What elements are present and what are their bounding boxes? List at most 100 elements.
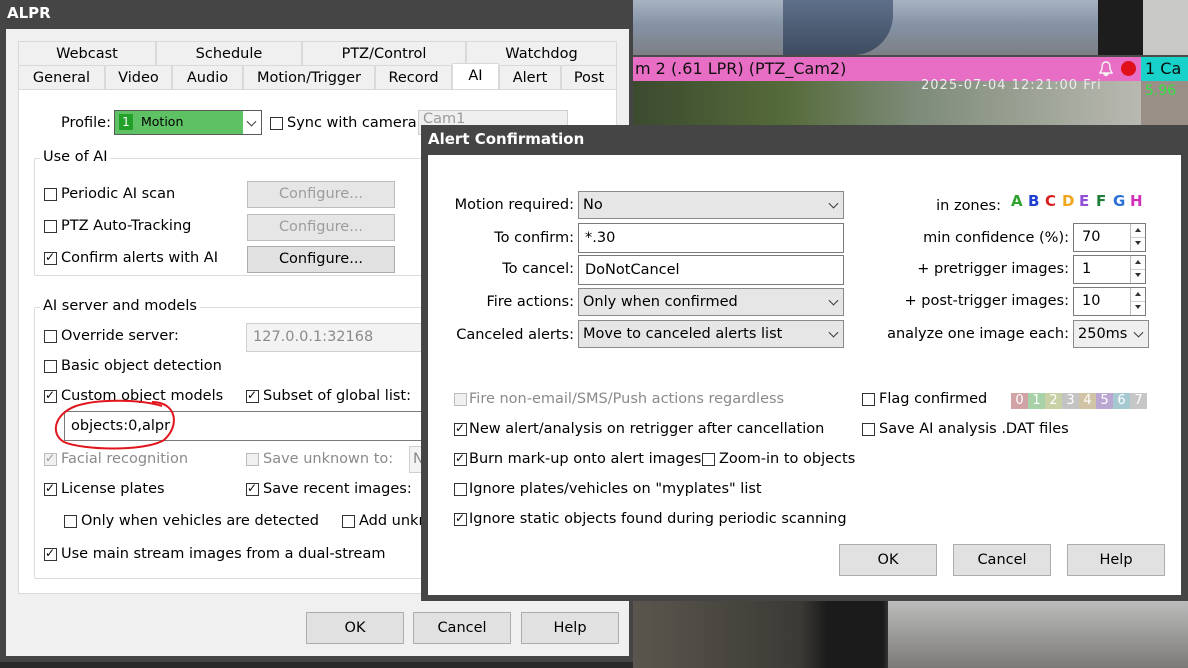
use-of-ai-label: Use of AI (40, 149, 111, 165)
zone-g[interactable]: G (1113, 192, 1125, 210)
periodic-ai-checkbox[interactable] (44, 188, 57, 201)
profile-number: 1 (119, 114, 133, 130)
only-vehicles-checkbox[interactable] (64, 515, 77, 528)
flag-digit-6[interactable]: 6 (1113, 393, 1130, 409)
fire-actions-select[interactable]: Only when confirmed (578, 288, 844, 316)
canceled-alerts-value: Move to canceled alerts list (583, 326, 783, 342)
tab-motion-trigger[interactable]: Motion/Trigger (243, 65, 375, 90)
post-trigger-stepper[interactable]: 10 (1073, 287, 1146, 316)
zoom-objects-checkbox[interactable] (702, 453, 715, 466)
periodic-configure-button[interactable]: Configure... (247, 181, 395, 208)
spin-up-icon[interactable] (1130, 224, 1145, 238)
min-confidence-value: 70 (1082, 229, 1101, 245)
fire-nonemail-checkbox[interactable] (454, 393, 467, 406)
tab-post[interactable]: Post (561, 65, 617, 90)
ptz-tracking-checkbox[interactable] (44, 220, 57, 233)
ok-button[interactable]: OK (839, 544, 937, 576)
tab-ai[interactable]: AI (452, 63, 499, 90)
fire-actions-value: Only when confirmed (583, 294, 738, 310)
flag-digit-3[interactable]: 3 (1062, 393, 1079, 409)
tab-ptz-control[interactable]: PTZ/Control (302, 41, 466, 66)
ok-button[interactable]: OK (306, 612, 404, 644)
subset-list-checkbox[interactable] (246, 388, 259, 403)
tab-webcast[interactable]: Webcast (18, 41, 156, 66)
server-input[interactable]: 127.0.0.1:32168 (246, 323, 426, 352)
tab-audio[interactable]: Audio (172, 65, 243, 90)
sync-camera-checkbox[interactable] (270, 117, 283, 130)
ignore-plates-checkbox[interactable] (454, 483, 467, 496)
flag-digit-5[interactable]: 5 (1096, 393, 1113, 409)
flag-numbers[interactable]: 01234567 (1011, 393, 1151, 411)
canceled-alerts-select[interactable]: Move to canceled alerts list (578, 320, 844, 348)
confirm-alerts-checkbox[interactable] (44, 250, 57, 265)
spin-down-icon[interactable] (1130, 301, 1145, 315)
burn-markup-label: Burn mark-up onto alert images (469, 451, 702, 467)
canceled-alerts-label: Canceled alerts: (456, 327, 574, 343)
main-stream-checkbox[interactable] (44, 546, 57, 561)
zone-b[interactable]: B (1028, 192, 1039, 210)
zone-c[interactable]: C (1045, 192, 1056, 210)
new-alert-checkbox[interactable] (454, 421, 467, 436)
facial-recognition-label: Facial recognition (61, 451, 189, 467)
profile-select[interactable]: 1 Motion (114, 110, 262, 135)
override-server-label: Override server: (61, 328, 179, 344)
ignore-static-checkbox[interactable] (454, 511, 467, 526)
flag-confirmed-checkbox[interactable] (862, 393, 875, 406)
spin-down-icon[interactable] (1130, 269, 1145, 283)
dialog-title: Alert Confirmation (428, 130, 585, 148)
spin-down-icon[interactable] (1130, 237, 1145, 251)
cam2-timestamp: 2025-07-04 12:21:00 Fri (921, 78, 1102, 93)
flag-digit-2[interactable]: 2 (1045, 393, 1062, 409)
add-unknown-checkbox[interactable] (342, 515, 355, 528)
tab-record[interactable]: Record (375, 65, 452, 90)
zone-e[interactable]: E (1079, 192, 1089, 210)
save-unknown-checkbox[interactable] (246, 453, 259, 466)
spin-up-icon[interactable] (1130, 256, 1145, 270)
cam2-title: m 2 (.61 LPR) (PTZ_Cam2) (635, 59, 847, 78)
to-cancel-input[interactable]: DoNotCancel (578, 255, 844, 285)
zone-f[interactable]: F (1096, 192, 1106, 210)
help-button[interactable]: Help (521, 612, 619, 644)
save-recent-label: Save recent images: (263, 481, 412, 497)
periodic-ai-label: Periodic AI scan (61, 186, 176, 202)
flag-digit-1[interactable]: 1 (1028, 393, 1045, 409)
ptz-configure-button[interactable]: Configure... (247, 214, 395, 241)
flag-digit-7[interactable]: 7 (1130, 393, 1147, 409)
save-recent-checkbox[interactable] (246, 481, 259, 496)
zoom-objects-label: Zoom-in to objects (719, 451, 856, 467)
save-dat-checkbox[interactable] (862, 423, 875, 436)
to-cancel-label: To cancel: (502, 261, 574, 277)
license-plates-checkbox[interactable] (44, 481, 57, 496)
cancel-button[interactable]: Cancel (413, 612, 511, 644)
pretrigger-stepper[interactable]: 1 (1073, 255, 1146, 284)
basic-detection-checkbox[interactable] (44, 360, 57, 373)
zone-a[interactable]: A (1011, 192, 1023, 210)
annotation-circle (54, 399, 175, 450)
fire-actions-label: Fire actions: (486, 294, 574, 310)
analyze-select[interactable]: 250ms (1073, 320, 1149, 348)
chevron-down-icon (828, 198, 839, 209)
help-button[interactable]: Help (1067, 544, 1165, 576)
new-alert-label: New alert/analysis on retrigger after ca… (469, 421, 825, 437)
override-server-checkbox[interactable] (44, 330, 57, 343)
tab-alert[interactable]: Alert (499, 65, 561, 90)
motion-required-select[interactable]: No (578, 191, 844, 219)
flag-digit-4[interactable]: 4 (1079, 393, 1096, 409)
tab-general[interactable]: General (18, 65, 105, 90)
tab-schedule[interactable]: Schedule (156, 41, 302, 66)
zones-selector[interactable]: ABCDEFGH (1011, 192, 1153, 214)
burn-markup-checkbox[interactable] (454, 451, 467, 466)
flag-digit-0[interactable]: 0 (1011, 393, 1028, 409)
spin-up-icon[interactable] (1130, 288, 1145, 302)
cancel-button[interactable]: Cancel (953, 544, 1051, 576)
to-confirm-input[interactable]: *.30 (578, 223, 844, 253)
chevron-down-icon (828, 295, 839, 306)
zone-h[interactable]: H (1130, 192, 1143, 210)
confirm-configure-button[interactable]: Configure... (247, 246, 395, 273)
tab-video[interactable]: Video (105, 65, 172, 90)
zone-d[interactable]: D (1062, 192, 1074, 210)
min-confidence-stepper[interactable]: 70 (1073, 223, 1146, 252)
ptz-tracking-label: PTZ Auto-Tracking (61, 218, 192, 234)
pretrigger-label: + pretrigger images: (917, 261, 1069, 277)
facial-recognition-checkbox[interactable] (44, 451, 57, 466)
